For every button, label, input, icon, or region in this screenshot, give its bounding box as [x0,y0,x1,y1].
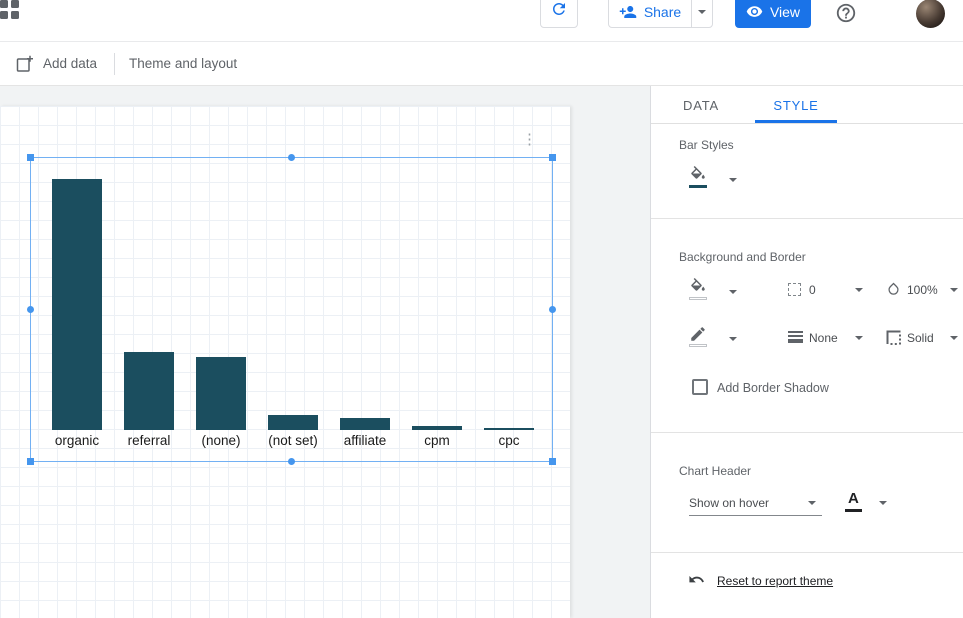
selection-handle-top-left[interactable] [27,154,34,161]
apps-grid-dot [11,0,19,8]
chart-header-visibility-select[interactable]: Show on hover [689,496,769,510]
selection-handle-middle-right[interactable] [549,306,556,313]
section-divider [651,552,963,553]
panel-tabs: DATA STYLE [651,86,963,124]
background-color-button[interactable] [689,278,707,300]
reset-theme-link[interactable]: Reset to report theme [717,574,833,588]
paint-bucket-icon [689,278,707,296]
tab-data[interactable]: DATA [671,86,731,124]
view-button[interactable]: View [735,0,811,28]
view-label: View [770,4,800,20]
background-color-swatch [689,297,707,300]
border-style-icon [886,330,901,350]
apps-grid-dot [0,11,8,19]
chart-header-visibility-underline [689,515,822,516]
refresh-button[interactable] [540,0,578,28]
apps-grid-dot [11,11,19,19]
border-weight-caret-icon[interactable] [855,336,863,340]
border-color-swatch [689,344,707,347]
opacity-select[interactable]: 100% [907,283,938,297]
selection-handle-bottom-left[interactable] [27,458,34,465]
bar-fill-color-button[interactable] [689,166,707,188]
opacity-droplet-icon [886,281,901,302]
properties-panel: DATA STYLE Bar Styles Background and Bor… [650,86,963,618]
paint-bucket-icon [689,166,707,184]
help-button[interactable] [835,2,857,24]
top-app-bar: Share View [0,0,963,42]
border-weight-select[interactable]: None [809,331,838,345]
eye-icon [746,3,763,20]
section-divider [651,218,963,219]
theme-layout-label: Theme and layout [129,56,237,71]
add-data-button[interactable]: Add data [16,55,97,73]
report-page[interactable]: organicreferral(none)(not set)affiliatec… [0,106,570,618]
font-color-caret-icon[interactable] [879,501,887,505]
toolbar-separator [114,53,115,75]
corner-radius-caret-icon[interactable] [855,288,863,292]
share-label: Share [644,4,681,20]
share-dropdown-button[interactable] [691,0,713,28]
selection-handle-middle-left[interactable] [27,306,34,313]
background-border-title: Background and Border [679,250,806,264]
border-style-select[interactable]: Solid [907,331,934,345]
user-avatar[interactable] [916,0,945,28]
report-workspace: organicreferral(none)(not set)affiliatec… [0,86,650,618]
font-color-swatch [845,509,862,512]
share-button-group: Share [608,0,713,28]
border-shadow-label: Add Border Shadow [717,381,829,395]
border-color-button[interactable] [689,325,707,347]
add-data-icon [16,55,34,73]
theme-layout-button[interactable]: Theme and layout [129,56,237,71]
border-shadow-checkbox[interactable] [692,379,708,395]
edit-toolbar: Add data Theme and layout [0,42,963,86]
selection-handle-bottom-middle[interactable] [288,458,295,465]
border-style-caret-icon[interactable] [950,336,958,340]
chart-header-visibility-caret-icon[interactable] [808,501,816,505]
tab-style[interactable]: STYLE [755,86,837,124]
selection-handle-top-right[interactable] [549,154,556,161]
corner-radius-icon [788,283,801,296]
chart-header-title: Chart Header [679,464,751,478]
opacity-caret-icon[interactable] [950,288,958,292]
corner-radius-select[interactable]: 0 [809,283,816,297]
selection-handle-bottom-right[interactable] [549,458,556,465]
kebab-menu-icon[interactable]: ⋮ [522,132,536,149]
add-data-label: Add data [43,56,97,71]
refresh-icon [550,0,568,23]
line-weight-icon [788,331,803,345]
apps-grid-icon[interactable] [0,0,20,20]
person-add-icon [619,3,637,21]
pen-icon [689,325,707,343]
bar-fill-caret-icon[interactable] [729,178,737,182]
help-icon [835,2,857,24]
background-color-caret-icon[interactable] [729,290,737,294]
selection-handle-top-middle[interactable] [288,154,295,161]
section-divider [651,432,963,433]
undo-icon [688,571,705,593]
bar-fill-color-swatch [689,185,707,188]
bar-styles-title: Bar Styles [679,138,734,152]
share-button[interactable]: Share [608,0,692,28]
apps-grid-dot [0,0,8,8]
active-tab-underline [755,120,837,123]
border-color-caret-icon[interactable] [729,337,737,341]
chevron-down-icon [698,10,706,14]
chart-selection[interactable] [30,157,553,462]
font-color-button[interactable]: A [848,490,859,507]
